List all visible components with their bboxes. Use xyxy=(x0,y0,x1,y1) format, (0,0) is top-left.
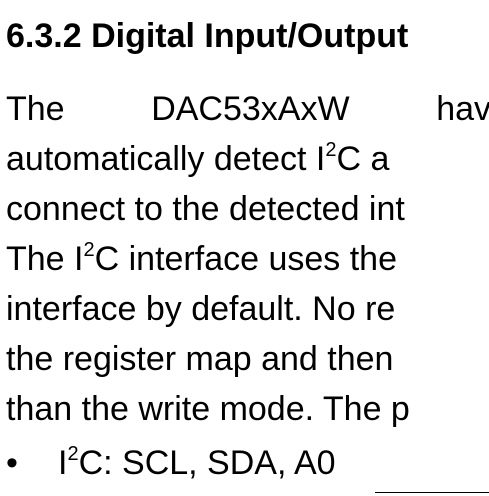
word-2: DAC53xAxW xyxy=(151,90,350,128)
paragraph-line-1: The DAC53xAxW have t xyxy=(6,86,489,132)
paragraph-line-4: The I2C interface uses the xyxy=(6,236,397,282)
line4-superscript: 2 xyxy=(83,239,95,261)
bullet-dot: • xyxy=(6,444,18,482)
word-1: The xyxy=(6,90,65,128)
footer-rule xyxy=(375,492,489,493)
paragraph-line-2: automatically detect I2C a xyxy=(6,136,389,182)
word-3: have xyxy=(436,90,489,128)
line2-pre: automatically detect I xyxy=(6,140,326,178)
paragraph-line-6: the register map and then xyxy=(6,340,394,378)
document-page: 6.3.2 Digital Input/Output The DAC53xAxW… xyxy=(0,0,489,496)
bullet-post: C: SCL, SDA, A0 xyxy=(78,444,336,482)
bullet-item-i2c: I2C: SCL, SDA, A0 xyxy=(58,440,336,486)
paragraph-line-5: interface by default. No re xyxy=(6,290,396,328)
line2-post: C a xyxy=(336,140,390,178)
paragraph-line-7: than the write mode. The p xyxy=(6,390,410,428)
section-heading: 6.3.2 Digital Input/Output xyxy=(6,17,409,55)
paragraph-line-3: connect to the detected int xyxy=(6,190,405,228)
bullet-superscript: 2 xyxy=(67,443,79,465)
line4-pre: The I xyxy=(6,240,84,278)
line2-superscript: 2 xyxy=(325,139,337,161)
line4-post: C interface uses the xyxy=(94,240,397,278)
